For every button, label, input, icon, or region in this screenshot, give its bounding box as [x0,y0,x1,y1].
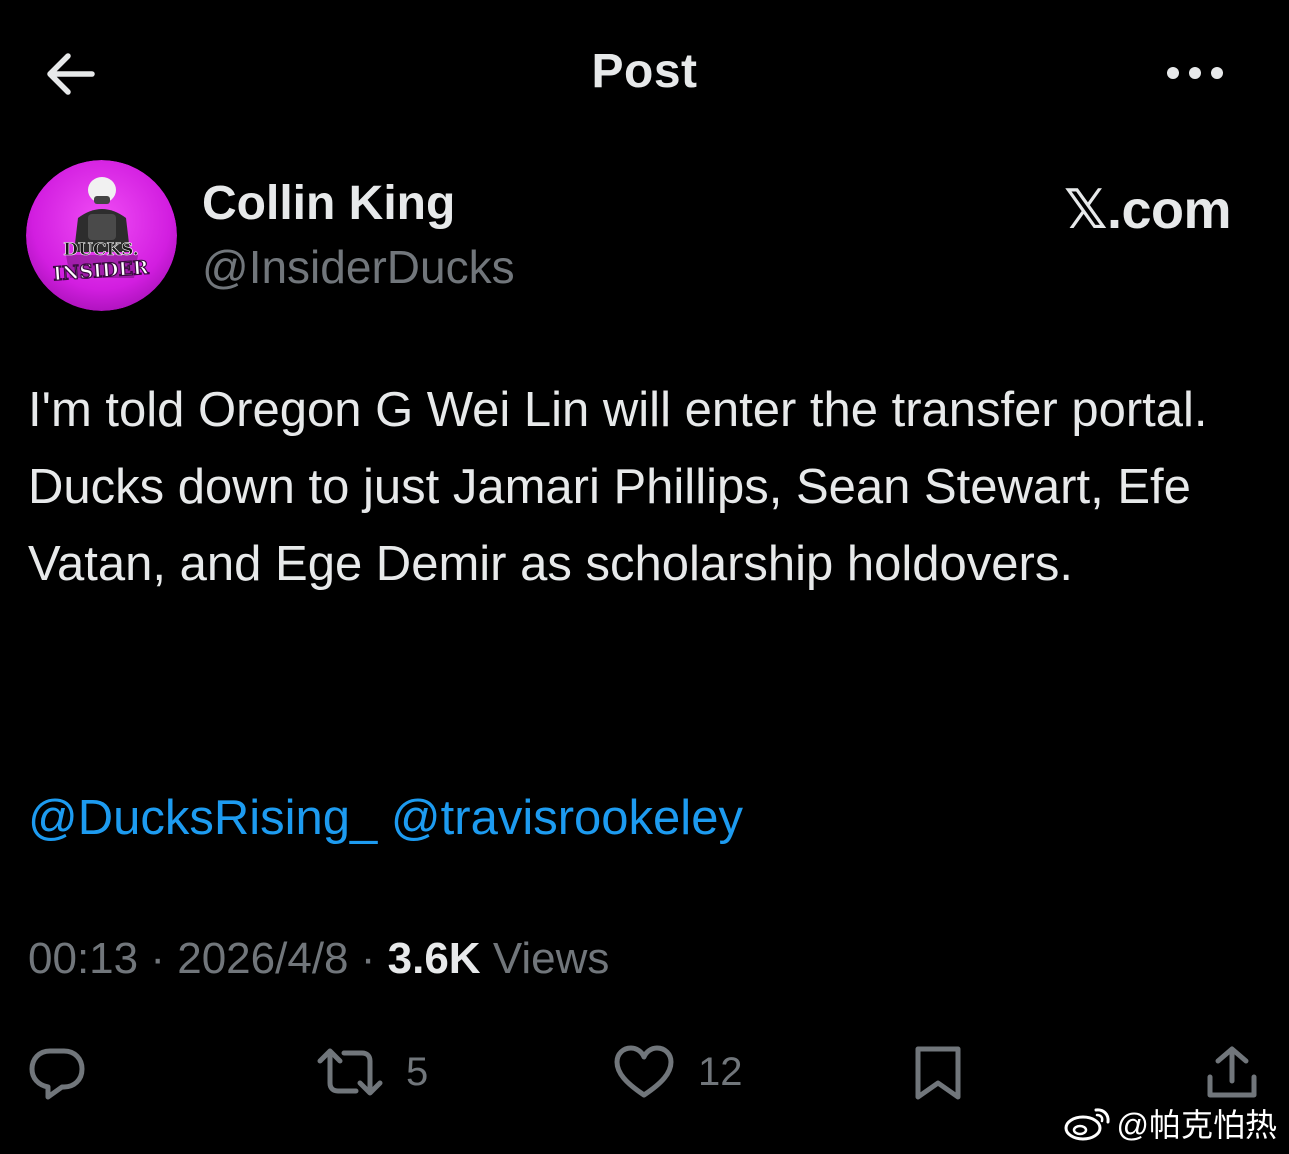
reply-icon [29,1048,85,1100]
watermark-text: @帕克怕热 [1116,1107,1278,1143]
share-button[interactable] [1204,1042,1260,1102]
post-time: 00:13 [28,934,139,983]
source-label: 𝕏.com [1063,180,1232,240]
weibo-icon [1064,1108,1110,1141]
author-name[interactable]: Collin King [202,176,455,231]
post-meta: 00:13 · 2026/4/8 · 3.6K Views [28,934,609,984]
top-bar: Post [0,0,1289,150]
mention-link[interactable]: @DucksRising_ [28,791,377,845]
more-options-button[interactable] [1160,56,1230,90]
back-button[interactable] [40,46,100,102]
meta-separator: · [150,934,165,983]
bookmark-button[interactable] [912,1042,964,1102]
watermark: @帕克怕热 [1063,1100,1278,1146]
arrow-left-icon [47,53,95,95]
post-date: 2026/4/8 [177,934,349,983]
page-title: Post [591,45,698,98]
heart-icon [614,1045,674,1098]
more-horizontal-icon [1167,67,1223,79]
like-button[interactable]: 12 [612,1042,743,1102]
share-icon [1207,1046,1257,1098]
views-count[interactable]: 3.6K [388,934,481,983]
post-mentions: @DucksRising_ @travisrookeley [28,780,743,857]
views-label[interactable]: Views [493,934,610,983]
avatar-image: DUCKS. INSIDER [26,160,177,311]
repost-count: 5 [406,1049,429,1094]
repost-icon [317,1048,383,1096]
repost-button[interactable]: 5 [316,1042,428,1102]
avatar[interactable]: DUCKS. INSIDER [26,160,177,311]
avatar-text-line1: DUCKS. [63,240,138,260]
post-text: I'm told Oregon G Wei Lin will enter the… [28,383,1208,591]
reply-button[interactable] [28,1042,86,1102]
like-count: 12 [698,1049,743,1094]
author-handle[interactable]: @InsiderDucks [202,240,515,294]
bookmark-icon [915,1046,961,1100]
meta-separator: · [360,934,376,983]
mention-link[interactable]: @travisrookeley [391,791,743,845]
